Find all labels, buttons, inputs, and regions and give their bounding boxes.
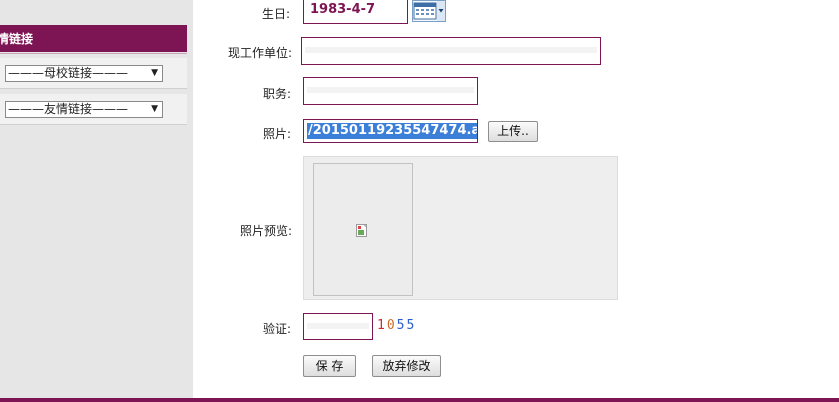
sidebar-row-friends: ———友情链接——— ▼ [0, 94, 187, 125]
workplace-label: 现工作单位: [228, 46, 293, 60]
upload-button[interactable]: 上传.. [488, 121, 538, 142]
photo-preview-label: 照片预览: [240, 224, 293, 238]
friend-links-select-value: ———友情链接——— [8, 102, 129, 116]
photo-preview-image [313, 163, 413, 296]
sidebar: 情链接 ———母校链接——— ▼ ———友情链接——— ▼ [0, 0, 193, 398]
birthday-input[interactable]: 1983-4-7 [303, 0, 408, 24]
captcha-char: 5 [406, 318, 417, 333]
photo-path-value: /20150119235547474.asp [307, 123, 477, 139]
captcha-char: 0 [386, 318, 397, 333]
workplace-input[interactable] [301, 37, 601, 65]
position-label: 职务: [263, 87, 292, 101]
captcha-input[interactable] [303, 313, 373, 340]
photo-label: 照片: [263, 127, 292, 141]
captcha-char: 5 [396, 318, 407, 333]
birthday-label: 生日: [262, 7, 291, 21]
photo-preview-panel [303, 156, 618, 300]
captcha-char: 1 [377, 318, 387, 333]
captcha-label: 验证: [263, 322, 292, 336]
dropdown-arrow-icon: ▼ [151, 104, 158, 114]
birthday-value: 1983-4-7 [310, 2, 376, 17]
position-input[interactable] [303, 77, 478, 105]
calendar-icon[interactable] [412, 0, 446, 22]
alumni-links-select-value: ———母校链接——— [8, 66, 129, 80]
save-button[interactable]: 保 存 [303, 355, 356, 377]
sidebar-row-alumni: ———母校链接——— ▼ [0, 58, 187, 89]
dropdown-arrow-icon: ▼ [151, 68, 158, 78]
photo-path-input[interactable]: /20150119235547474.asp [303, 119, 478, 143]
friend-links-select[interactable]: ———友情链接——— ▼ [5, 101, 163, 118]
broken-image-icon [356, 224, 367, 237]
captcha-code: 1055 [377, 318, 416, 333]
alumni-links-select[interactable]: ———母校链接——— ▼ [5, 65, 163, 82]
sidebar-header-title: 情链接 [0, 25, 187, 54]
footer-divider [0, 398, 839, 402]
discard-changes-button[interactable]: 放弃修改 [372, 355, 441, 377]
